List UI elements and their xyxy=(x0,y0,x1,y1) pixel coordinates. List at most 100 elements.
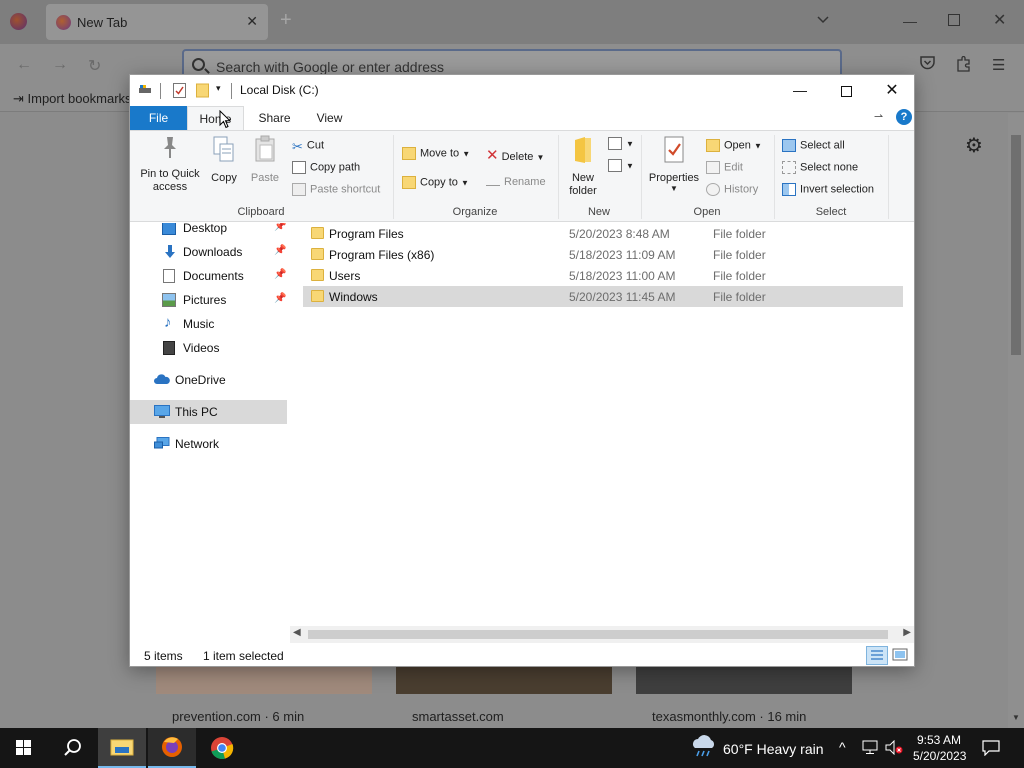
nav-item-music[interactable]: ♪ Music xyxy=(130,312,287,336)
taskbar-firefox[interactable] xyxy=(148,728,196,768)
delete-button[interactable]: ✕ Delete ▼ xyxy=(486,146,544,164)
tab-file[interactable]: File xyxy=(130,106,187,130)
story-card-image[interactable] xyxy=(396,666,612,694)
history-button[interactable]: History xyxy=(706,183,758,196)
maximize-button[interactable] xyxy=(823,75,869,106)
file-row[interactable]: Users 5/18/2023 11:00 AM File folder xyxy=(303,265,903,286)
browser-close-button[interactable]: ✕ xyxy=(993,10,1006,30)
tab-home[interactable]: Home xyxy=(187,106,244,130)
properties-button[interactable]: Properties ▼ xyxy=(645,135,703,193)
copy-path-button[interactable]: Copy path xyxy=(292,161,360,174)
scroll-right-icon[interactable]: ▶ xyxy=(903,627,911,638)
start-button[interactable] xyxy=(0,728,48,768)
show-hidden-icons-chevron-up-icon[interactable]: ^ xyxy=(839,739,846,755)
browser-tab-new-tab[interactable]: New Tab ✕ xyxy=(46,4,268,40)
tab-view[interactable]: View xyxy=(302,106,357,130)
large-icons-view-icon[interactable] xyxy=(890,646,912,665)
clock-time: 9:53 AM xyxy=(916,733,962,747)
file-row[interactable]: Program Files (x86) 5/18/2023 11:09 AM F… xyxy=(303,244,903,265)
settings-gear-icon[interactable]: ⚙ xyxy=(965,133,983,158)
story-card-image[interactable] xyxy=(636,666,852,694)
copy-button[interactable]: Copy xyxy=(206,135,242,184)
paste-button[interactable]: Paste xyxy=(246,135,284,184)
search-button[interactable] xyxy=(48,728,96,768)
reload-icon[interactable]: ↻ xyxy=(88,56,101,76)
new-item-button[interactable]: ▼ xyxy=(608,137,634,150)
scroll-down-arrow-icon[interactable]: ▼ xyxy=(1012,713,1020,722)
story-card-source[interactable]: prevention.com · 6 min xyxy=(172,709,304,724)
help-icon[interactable]: ? xyxy=(896,109,912,125)
nav-item-documents[interactable]: Documents 📌 xyxy=(130,264,287,288)
ribbon-home: Pin to Quick access Copy Paste ✂ Cut Copy… xyxy=(130,130,914,222)
paste-shortcut-button[interactable]: Paste shortcut xyxy=(292,183,380,196)
horizontal-scrollbar-thumb[interactable] xyxy=(308,630,888,639)
nav-item-network[interactable]: Network xyxy=(130,432,287,456)
close-button[interactable]: ✕ xyxy=(869,75,915,106)
open-button[interactable]: Open ▼ xyxy=(706,139,762,152)
edit-button[interactable]: Edit xyxy=(706,161,743,174)
clock[interactable]: 9:53 AM 5/20/2023 xyxy=(913,732,966,764)
rename-label: Rename xyxy=(504,176,546,188)
extensions-icon[interactable] xyxy=(956,55,971,76)
nav-item-this-pc[interactable]: This PC xyxy=(130,400,287,424)
network-status-icon[interactable] xyxy=(862,740,880,758)
back-icon[interactable]: ← xyxy=(16,56,32,74)
list-all-tabs-icon[interactable] xyxy=(817,13,829,27)
story-card-image[interactable] xyxy=(156,666,372,694)
page-scrollbar[interactable]: ▼ xyxy=(1008,113,1024,728)
details-view-icon[interactable] xyxy=(866,646,888,665)
story-card-source[interactable]: texasmonthly.com · 16 min xyxy=(652,709,806,724)
weather-text[interactable]: 60°F Heavy rain xyxy=(723,741,824,757)
import-bookmarks-button[interactable]: ⇥ Import bookmarks xyxy=(13,91,132,107)
new-tab-button[interactable]: + xyxy=(280,10,292,30)
story-card-source[interactable]: smartasset.com xyxy=(412,709,504,724)
file-row-selected[interactable]: Windows 5/20/2023 11:45 AM File folder xyxy=(303,286,903,307)
taskbar-chrome[interactable] xyxy=(198,728,246,768)
easy-access-dropdown-icon: ▼ xyxy=(626,161,634,171)
select-none-button[interactable]: Select none xyxy=(782,161,858,174)
select-all-button[interactable]: Select all xyxy=(782,139,845,152)
item-count: 5 items xyxy=(144,649,183,663)
invert-selection-button[interactable]: Invert selection xyxy=(782,183,874,196)
nav-item-downloads[interactable]: Downloads 📌 xyxy=(130,240,287,264)
copy-label: Copy xyxy=(211,172,237,184)
scroll-left-icon[interactable]: ◀ xyxy=(293,627,301,638)
hamburger-menu-icon[interactable]: ☰ xyxy=(992,56,1005,74)
pin-to-quick-access-button[interactable]: Pin to Quick access xyxy=(136,135,204,194)
customize-quick-access-icon[interactable]: ▾ xyxy=(216,83,221,94)
pin-ribbon-icon[interactable]: ⇀ xyxy=(874,110,883,123)
cut-button[interactable]: ✂ Cut xyxy=(292,139,324,154)
weather-heavy-rain-icon[interactable] xyxy=(690,728,718,768)
copy-to-button[interactable]: Copy to ▼ xyxy=(402,176,469,189)
paste-icon xyxy=(246,135,284,168)
explorer-title-bar[interactable]: ▾ Local Disk (C:) — ✕ xyxy=(130,75,914,106)
close-tab-icon[interactable]: ✕ xyxy=(246,13,258,30)
copy-to-dropdown-icon: ▼ xyxy=(460,178,469,188)
nav-item-onedrive[interactable]: OneDrive xyxy=(130,368,287,392)
nav-item-videos[interactable]: Videos xyxy=(130,336,287,360)
pocket-icon[interactable] xyxy=(920,56,935,74)
browser-minimize-button[interactable]: — xyxy=(903,13,917,29)
move-to-button[interactable]: Move to ▼ xyxy=(402,147,470,160)
horizontal-scrollbar[interactable]: ◀ ▶ xyxy=(290,626,914,643)
nav-item-pictures[interactable]: Pictures 📌 xyxy=(130,288,287,312)
forward-icon[interactable]: → xyxy=(52,56,68,74)
taskbar-file-explorer[interactable] xyxy=(98,728,146,768)
file-row[interactable]: Program Files 5/20/2023 8:48 AM File fol… xyxy=(303,223,903,244)
rename-button[interactable]: Rename xyxy=(486,176,546,188)
tab-share[interactable]: Share xyxy=(247,106,302,130)
minimize-button[interactable]: — xyxy=(777,75,823,106)
group-separator xyxy=(888,135,889,219)
firefox-menu-icon[interactable] xyxy=(10,13,27,30)
desktop-icon xyxy=(162,223,176,235)
volume-muted-icon[interactable] xyxy=(885,739,903,758)
properties-quick-access-icon[interactable] xyxy=(173,83,186,101)
new-folder-button[interactable]: New folder xyxy=(562,135,604,198)
notifications-icon[interactable] xyxy=(982,740,1000,759)
firefox-tab-strip: New Tab ✕ + — ✕ xyxy=(0,0,1024,44)
browser-restore-button[interactable] xyxy=(948,14,960,26)
nav-item-desktop[interactable]: Desktop 📌 xyxy=(130,223,287,240)
scrollbar-thumb[interactable] xyxy=(1011,135,1021,355)
easy-access-button[interactable]: ▼ xyxy=(608,159,634,172)
new-folder-quick-access-icon[interactable] xyxy=(196,83,209,101)
